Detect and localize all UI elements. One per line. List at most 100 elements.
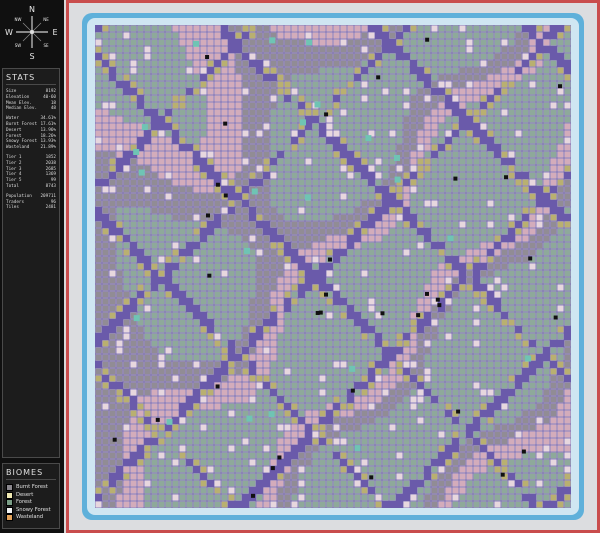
compass-north-label: N — [29, 5, 35, 14]
stat-value: 8743 — [46, 184, 56, 190]
trader-marker-icon[interactable] — [324, 293, 328, 297]
biome-swatch — [6, 514, 13, 521]
trader-marker-icon[interactable] — [271, 466, 275, 470]
trader-marker-icon[interactable] — [425, 292, 429, 296]
trader-marker-icon[interactable] — [216, 183, 220, 187]
water-tile — [525, 356, 531, 362]
stat-label: Tiles — [6, 205, 19, 211]
water-tile — [244, 248, 250, 254]
trader-marker-icon[interactable] — [376, 75, 380, 79]
world-map-viewport[interactable] — [66, 0, 600, 533]
trader-marker-icon[interactable] — [206, 213, 210, 217]
biome-label: Burnt Forest — [16, 484, 48, 492]
compass-southwest-label: SW — [15, 43, 22, 48]
compass-west-label: W — [5, 28, 13, 37]
compass-south-label: S — [29, 52, 34, 60]
stat-value: 21.89% — [40, 145, 56, 151]
biome-swatch — [6, 507, 13, 514]
biome-legend-item: Wasteland — [3, 514, 59, 522]
stats-panel: STATS Size8192Elevation40-60Mean Elev.18… — [2, 68, 60, 458]
trader-marker-icon[interactable] — [251, 494, 255, 498]
biome-swatch — [6, 492, 13, 499]
water-tile — [448, 235, 454, 241]
trader-marker-icon[interactable] — [216, 384, 220, 388]
trader-marker-icon[interactable] — [156, 418, 160, 422]
water-tile — [269, 37, 275, 43]
compass-northeast-label: NE — [43, 17, 49, 22]
stat-row: Median Elev. 48 — [3, 106, 59, 112]
water-tile — [133, 149, 139, 155]
stats-divider — [6, 84, 56, 85]
water-tile — [314, 102, 320, 108]
trader-marker-icon[interactable] — [522, 450, 526, 454]
compass-southeast-label: SE — [43, 43, 49, 48]
trader-marker-icon[interactable] — [453, 177, 457, 181]
trader-marker-icon[interactable] — [380, 311, 384, 315]
stat-row: Tiles 2481 — [3, 205, 59, 211]
trader-marker-icon[interactable] — [456, 410, 460, 414]
stat-value: 48 — [51, 106, 56, 112]
trader-marker-icon[interactable] — [436, 298, 440, 302]
trader-marker-icon[interactable] — [223, 122, 227, 126]
biomes-legend-panel: BIOMES Burnt ForestDesertForestSnowy For… — [2, 463, 60, 529]
stats-body: Size8192Elevation40-60Mean Elev.18Median… — [3, 89, 59, 211]
water-tile — [355, 445, 361, 451]
biome-label: Snowy Forest — [16, 507, 51, 515]
trader-marker-icon[interactable] — [113, 438, 117, 442]
stat-label: Wasteland — [6, 145, 29, 151]
trader-marker-icon[interactable] — [277, 455, 281, 459]
biomes-title: BIOMES — [3, 464, 59, 479]
water-tile — [139, 170, 145, 176]
trader-marker-icon[interactable] — [528, 256, 532, 260]
trader-marker-icon[interactable] — [316, 311, 320, 315]
water-tile — [305, 194, 311, 200]
biomes-list: Burnt ForestDesertForestSnowy ForestWast… — [3, 484, 59, 522]
trader-marker-icon[interactable] — [504, 175, 508, 179]
biome-legend-item: Forest — [3, 499, 59, 507]
compass-rose-icon: N S E W NE NW SE SW — [4, 4, 60, 60]
water-tile — [134, 315, 140, 321]
water-tile — [349, 366, 355, 372]
water-tile — [394, 155, 400, 161]
biome-label: Wasteland — [16, 514, 43, 522]
biome-label: Desert — [16, 492, 33, 500]
compass-northwest-label: NW — [15, 17, 22, 22]
biome-legend-item: Burnt Forest — [3, 484, 59, 492]
sidebar: N S E W NE NW SE SW STATS Size8192Elevat… — [0, 0, 64, 533]
water-tile — [246, 416, 252, 422]
biome-legend-item: Desert — [3, 492, 59, 500]
trader-marker-icon[interactable] — [205, 55, 209, 59]
trader-marker-icon[interactable] — [425, 38, 429, 42]
world-map[interactable] — [69, 3, 597, 530]
water-tile — [142, 124, 148, 130]
water-tile — [166, 419, 172, 425]
trader-marker-icon[interactable] — [351, 389, 355, 393]
biome-swatch — [6, 484, 13, 491]
water-tile — [252, 188, 258, 194]
trader-marker-icon[interactable] — [554, 316, 558, 320]
biome-legend-item: Snowy Forest — [3, 507, 59, 515]
trader-marker-icon[interactable] — [416, 313, 420, 317]
trader-marker-icon[interactable] — [328, 258, 332, 262]
trader-marker-icon[interactable] — [324, 112, 328, 116]
stats-title: STATS — [3, 69, 59, 84]
stat-label: Median Elev. — [6, 106, 37, 112]
trader-marker-icon[interactable] — [369, 475, 373, 479]
water-tile — [269, 411, 275, 417]
biome-label: Forest — [16, 499, 32, 507]
water-tile — [193, 41, 199, 47]
trader-marker-icon[interactable] — [558, 84, 562, 88]
water-tile — [306, 39, 312, 45]
water-tile — [300, 119, 306, 125]
water-tile — [395, 177, 401, 183]
trader-marker-icon[interactable] — [207, 274, 211, 278]
trader-marker-icon[interactable] — [501, 473, 505, 477]
trader-marker-icon[interactable] — [224, 193, 228, 197]
water-tile — [365, 135, 371, 141]
biomes-divider — [6, 479, 56, 480]
stat-label: Total — [6, 184, 19, 190]
trader-marker-icon[interactable] — [437, 303, 441, 307]
stat-value: 2481 — [46, 205, 56, 211]
compass-east-label: E — [52, 28, 57, 37]
biome-swatch — [6, 499, 13, 506]
